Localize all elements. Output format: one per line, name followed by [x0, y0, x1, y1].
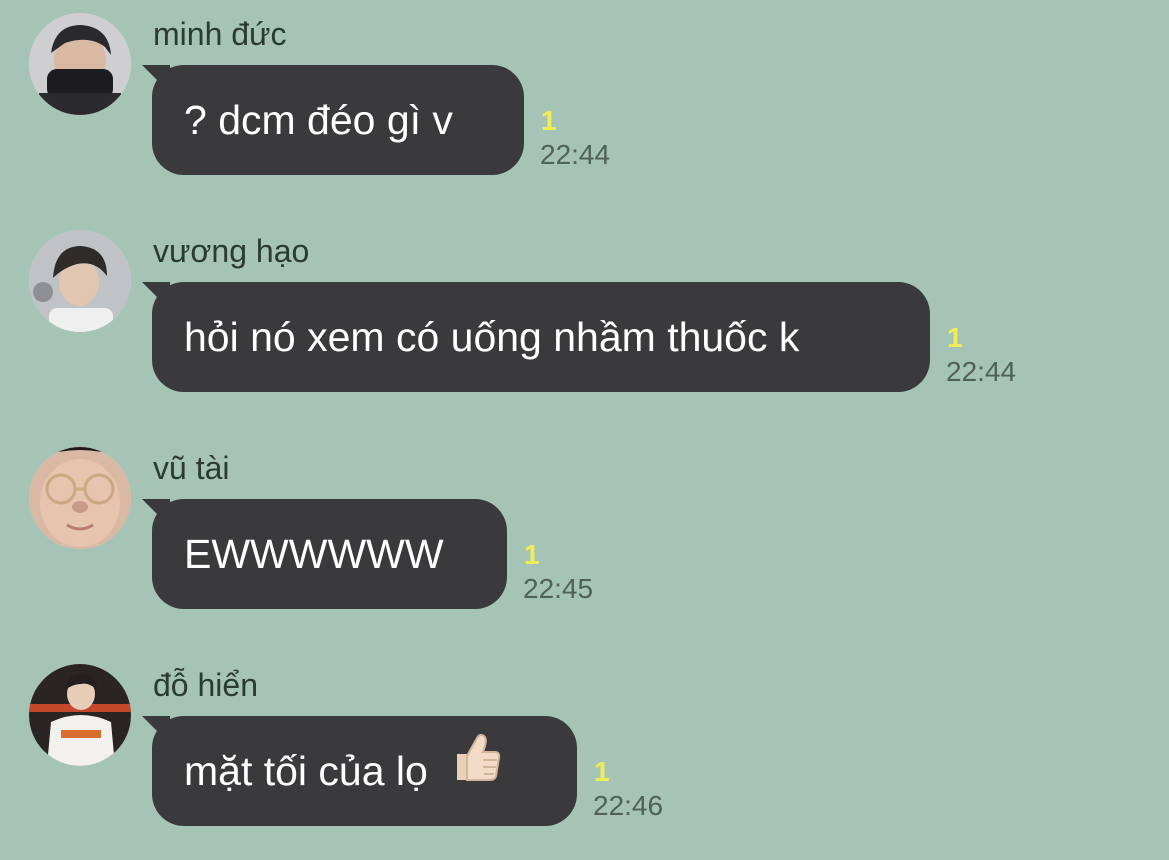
- message-row: minh đức ? dcm đéo gì v 1 22:44: [0, 0, 1169, 200]
- sender-avatar[interactable]: [29, 230, 131, 332]
- message-bubble[interactable]: hỏi nó xem có uống nhầm thuốc k: [152, 282, 930, 392]
- message-text: hỏi nó xem có uống nhầm thuốc k: [184, 314, 800, 360]
- sender-name: đỗ hiển: [153, 667, 258, 703]
- message-row: vương hạo hỏi nó xem có uống nhầm thuốc …: [0, 217, 1169, 417]
- message-meta: 1 22:46: [593, 755, 664, 823]
- sender-name: vương hạo: [153, 233, 310, 269]
- unread-count: 1: [947, 322, 963, 353]
- unread-count: 1: [541, 105, 557, 136]
- message-bubble[interactable]: EWWWWWW: [152, 499, 507, 609]
- message-meta: 1 22:45: [523, 538, 594, 606]
- message-row: đỗ hiển mặt tối của lọ 1 22:46: [0, 651, 1169, 851]
- message-time: 22:44: [540, 139, 611, 170]
- sender-name: minh đức: [153, 16, 287, 52]
- message-time: 22:45: [523, 573, 594, 604]
- message-bubble[interactable]: ? dcm đéo gì v: [152, 65, 524, 175]
- sender-avatar[interactable]: [29, 13, 131, 115]
- message-bubble[interactable]: mặt tối của lọ: [152, 716, 577, 826]
- unread-count: 1: [594, 756, 610, 787]
- message-time: 22:46: [593, 790, 664, 821]
- message-row: vũ tài EWWWWWW 1 22:45: [0, 434, 1169, 634]
- message-time: 22:44: [946, 356, 1017, 387]
- message-text: mặt tối của lọ: [184, 748, 428, 794]
- sender-avatar[interactable]: [29, 664, 131, 766]
- message-text: EWWWWWW: [184, 531, 444, 577]
- avatar-photo: [29, 230, 131, 332]
- unread-count: 1: [524, 539, 540, 570]
- message-meta: 1 22:44: [540, 104, 611, 172]
- thumbs-up-icon: [449, 715, 503, 825]
- avatar-photo: [29, 13, 131, 115]
- sender-name: vũ tài: [153, 450, 230, 486]
- message-meta: 1 22:44: [946, 321, 1017, 389]
- message-text: ? dcm đéo gì v: [184, 97, 453, 143]
- sender-avatar[interactable]: [29, 447, 131, 549]
- avatar-photo: [29, 447, 131, 549]
- avatar-photo: [29, 664, 131, 766]
